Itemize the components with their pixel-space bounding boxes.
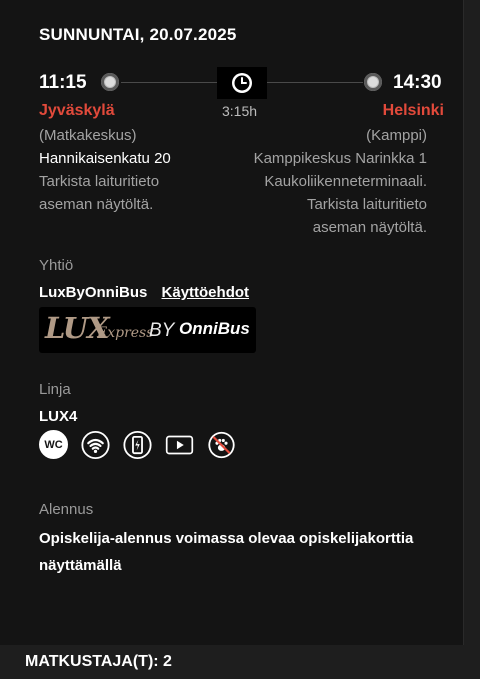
discount-text: Opiskelija-alennus voimassa olevaa opisk… xyxy=(39,530,414,574)
line-label: Linja xyxy=(39,381,71,398)
arrival-street-line2: Kaukoliikenneterminaali. xyxy=(264,173,427,190)
logo-onnibus-text: OnniBus xyxy=(179,319,250,338)
arrival-time: 14:30 xyxy=(393,72,442,93)
company-name: LuxByOnniBus xyxy=(39,284,148,301)
departure-note-line2: aseman näytöltä. xyxy=(39,196,154,213)
departure-city: Jyväskylä xyxy=(39,102,115,119)
trip-duration: 3:15h xyxy=(222,103,258,119)
no-pets-icon xyxy=(207,430,236,459)
terms-link[interactable]: Käyttöehdot xyxy=(162,284,250,301)
departure-address-block: (Matkakeskus) Hannikaisenkatu 20 Tarkist… xyxy=(39,124,171,216)
arrival-station: (Kamppi) xyxy=(366,127,427,144)
departure-street: Hannikaisenkatu 20 xyxy=(39,150,171,167)
line-value: LUX4 xyxy=(39,408,78,425)
amenities-list: WC xyxy=(39,430,236,459)
arrival-note-line2: aseman näytöltä. xyxy=(312,219,427,236)
company-label: Yhtiö xyxy=(39,257,74,274)
departure-time: 11:15 xyxy=(39,72,87,93)
departure-dot-icon xyxy=(101,73,119,91)
route-line-left xyxy=(121,82,217,83)
arrival-city: Helsinki xyxy=(382,102,444,119)
discount-label: Alennus xyxy=(39,501,94,518)
passenger-count: MATKUSTAJA(T): 2 xyxy=(25,653,172,670)
logo-express-text: Express xyxy=(97,325,154,341)
arrival-dot-icon xyxy=(364,73,382,91)
arrival-street: Kamppikeskus Narinkka 1 xyxy=(253,150,427,167)
entertainment-icon xyxy=(165,430,194,459)
route-line-right xyxy=(267,82,363,83)
arrival-address-block: (Kamppi) Kamppikeskus Narinkka 1 Kaukoli… xyxy=(254,124,427,239)
clock-icon xyxy=(232,73,252,93)
wc-icon: WC xyxy=(39,430,68,459)
arrival-note-line1: Tarkista laituritieto xyxy=(306,196,427,213)
departure-station: (Matkakeskus) xyxy=(39,127,137,144)
wifi-icon xyxy=(81,430,110,459)
charging-icon xyxy=(123,430,152,459)
trip-details-panel: SUNNUNTAI, 20.07.2025 11:15 14:30 3:15h … xyxy=(0,0,464,645)
logo-by-text: BY xyxy=(149,320,175,341)
duration-clock xyxy=(217,67,267,99)
company-logo: LUX Express BY OnniBus xyxy=(39,307,256,353)
company-row: LuxByOnniBus Käyttöehdot xyxy=(39,284,249,301)
departure-note-line1: Tarkista laituritieto xyxy=(39,173,160,190)
trip-date: SUNNUNTAI, 20.07.2025 xyxy=(39,25,237,44)
